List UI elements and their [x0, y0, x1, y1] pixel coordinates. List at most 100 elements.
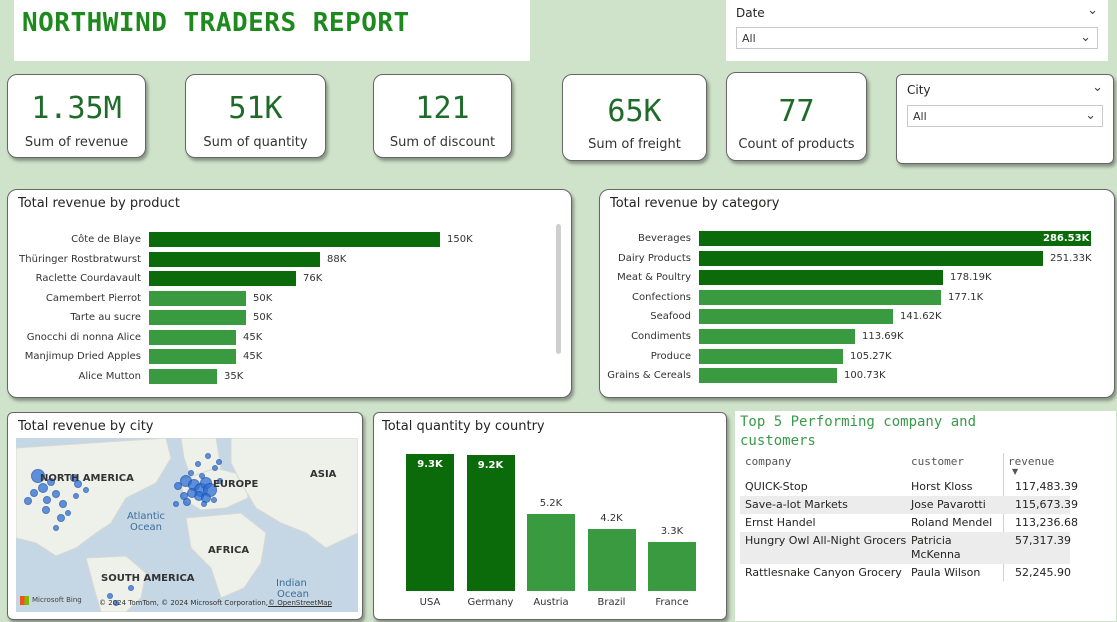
bar-category-label: Seafood: [650, 311, 691, 323]
column-header-customer[interactable]: customer: [911, 455, 964, 468]
bar-data-label: 105.27K: [850, 350, 892, 362]
chevron-down-icon[interactable]: ⌄: [1087, 3, 1098, 18]
kpi-label: Sum of discount: [389, 135, 496, 150]
table-row[interactable]: Hungry Owl All-Night Grocers Patricia Mc…: [740, 532, 1071, 564]
map-bubble[interactable]: [195, 461, 201, 467]
bar[interactable]: [149, 271, 296, 286]
map-bubble[interactable]: [83, 487, 89, 493]
revenue-by-category-chart: Total revenue by category Beverages 286.5…: [599, 189, 1115, 398]
bar-category-label: Côte de Blaye: [71, 234, 141, 245]
bar-category-label: Dairy Products: [618, 252, 691, 264]
bar[interactable]: [149, 349, 236, 364]
map-bubble[interactable]: [59, 500, 67, 508]
map-bubble[interactable]: [53, 525, 59, 531]
bar-row: Confections 177.1K: [600, 289, 1110, 305]
map-label-atlantic: Atlantic: [127, 511, 166, 522]
map-bubble[interactable]: [211, 497, 217, 503]
country-bars-area: 9.3K USA 9.2K Germany 5.2K Austria 4.2K Brazil 3…: [374, 413, 728, 621]
kpi-value: 51K: [228, 91, 283, 126]
map-bubble[interactable]: [183, 498, 191, 506]
map-bubble[interactable]: [65, 510, 71, 516]
map-bubble[interactable]: [38, 483, 48, 493]
map-bubble[interactable]: [187, 488, 197, 498]
bar[interactable]: [149, 290, 246, 306]
bar-data-label: 4.2K: [600, 513, 623, 524]
city-slicer[interactable]: City ⌄ All ⌄: [896, 74, 1114, 164]
bar-row: Alice Mutton 35K: [8, 368, 548, 384]
bar-row: Gnocchi di nonna Alice 45K: [8, 329, 548, 345]
map-bubble[interactable]: [73, 493, 79, 499]
map-bubble[interactable]: [174, 482, 182, 490]
map-bubble[interactable]: [128, 585, 134, 591]
bar-data-label: 9.2K: [477, 460, 504, 471]
cell-revenue: 52,245.90: [1015, 566, 1071, 579]
world-map[interactable]: NORTH AMERICA EUROPE ASIA Atlantic Ocean…: [16, 438, 358, 612]
bar[interactable]: [699, 368, 837, 384]
bar-row: Raclette Courdavault 76K: [8, 271, 548, 286]
bar[interactable]: [699, 289, 941, 305]
kpi-card-discount: 121 Sum of discount: [373, 74, 512, 158]
table-row[interactable]: Rattlesnake Canyon Grocery Paula Wilson …: [740, 564, 1071, 582]
bar[interactable]: [699, 348, 843, 364]
bar[interactable]: [149, 232, 440, 247]
table-row[interactable]: Ernst Handel Roland Mendel 113,236.68: [740, 514, 1078, 532]
map-bubble[interactable]: [201, 501, 207, 507]
scrollbar[interactable]: [556, 224, 561, 354]
bar[interactable]: [466, 455, 515, 591]
bar[interactable]: [699, 329, 855, 344]
column-header-company[interactable]: company: [745, 455, 791, 468]
map-bubble[interactable]: [216, 459, 222, 465]
bar[interactable]: [699, 250, 1043, 266]
map-bubble[interactable]: [30, 489, 38, 497]
kpi-card-quantity: 51K Sum of quantity: [185, 74, 326, 158]
city-slicer-label: City: [907, 83, 931, 97]
map-bubble[interactable]: [188, 470, 194, 476]
map-bubble[interactable]: [57, 514, 65, 522]
bar-category-label: Camembert Pierrot: [45, 292, 141, 304]
kpi-card-revenue: 1.35M Sum of revenue: [7, 74, 146, 158]
map-bubble[interactable]: [52, 490, 60, 498]
bar-data-label: 45K: [243, 351, 263, 362]
bar-category-label: Manjimup Dried Apples: [24, 351, 141, 362]
city-dropdown[interactable]: All ⌄: [907, 105, 1103, 127]
openstreetmap-link[interactable]: © OpenStreetMap: [268, 599, 332, 607]
x-tick-label: Germany: [467, 597, 514, 608]
map-logo-text: Microsoft Bing: [32, 596, 82, 604]
report-title-box: NORTHWIND TRADERS REPORT: [14, 0, 530, 61]
chevron-down-icon[interactable]: ⌄: [1092, 80, 1103, 95]
map-bubble[interactable]: [43, 496, 51, 504]
cell-revenue: 115,673.39: [1015, 498, 1078, 511]
map-bubble[interactable]: [212, 465, 218, 471]
map-bubble[interactable]: [42, 506, 50, 514]
table-row[interactable]: Save-a-lot Markets Jose Pavarotti 115,67…: [740, 496, 1078, 514]
kpi-value: 1.35M: [31, 91, 122, 126]
bar-row: Seafood 141.62K: [600, 309, 1110, 325]
bar[interactable]: [149, 251, 320, 267]
bar[interactable]: [699, 270, 943, 286]
map-bubble[interactable]: [199, 473, 205, 479]
bar-data-label: 251.33K: [1050, 252, 1092, 264]
bar[interactable]: [149, 368, 217, 384]
bar-row: Camembert Pierrot 50K: [8, 290, 548, 306]
map-bubble[interactable]: [205, 453, 211, 459]
map-bubble[interactable]: [173, 501, 179, 507]
date-slicer[interactable]: Date ⌄ All ⌄: [726, 0, 1108, 61]
microsoft-logo-icon: [20, 596, 29, 605]
kpi-card-products: 77 Count of products: [726, 72, 867, 161]
bar[interactable]: [527, 514, 575, 591]
map-bubble[interactable]: [24, 497, 32, 505]
bar[interactable]: [587, 529, 636, 591]
bar-category-label: Produce: [650, 350, 691, 362]
cell-customer: Paula Wilson: [911, 566, 981, 579]
sort-descending-icon[interactable]: ▼: [1012, 467, 1018, 476]
bar[interactable]: [648, 542, 696, 591]
bar[interactable]: [149, 329, 236, 345]
bar[interactable]: [149, 310, 246, 325]
bar[interactable]: [699, 231, 1091, 246]
bar[interactable]: [699, 309, 893, 325]
table-row[interactable]: QUICK-Stop Horst Kloss 117,483.39: [740, 478, 1078, 496]
date-dropdown[interactable]: All ⌄: [736, 27, 1098, 49]
map-label-indian: Indian: [276, 578, 307, 589]
bar[interactable]: [406, 454, 454, 591]
top-customers-table: Top 5 Performing company and customers c…: [735, 411, 1116, 621]
